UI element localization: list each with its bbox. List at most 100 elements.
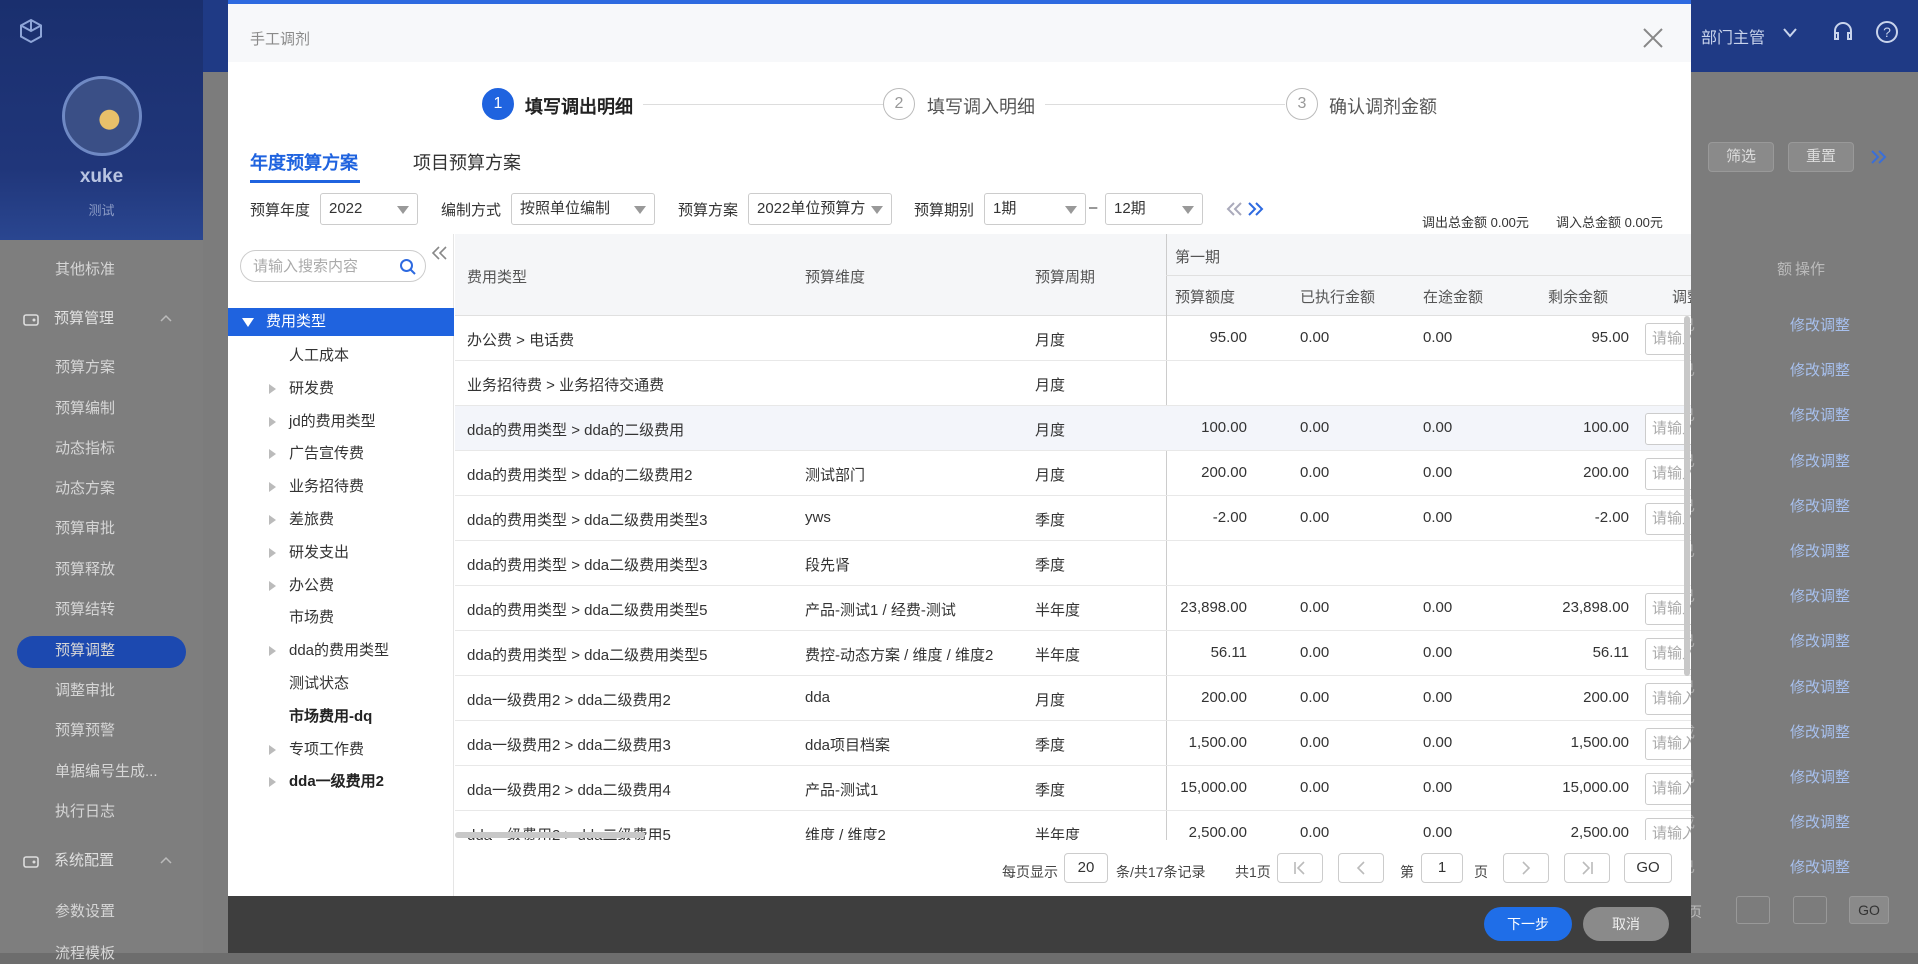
table-row[interactable]: dda的费用类型 > dda二级费用类型3 yws 季度 -2.00 0.00 0.00 -… [455,496,1691,541]
sidebar-item[interactable]: 调整审批 [55,681,115,701]
sidebar-item[interactable]: 其他标准 [55,260,115,280]
table-row[interactable]: dda的费用类型 > dda的二级费用 月度 100.00 0.00 0.00 100.0… [455,406,1691,451]
table-row[interactable]: dda一级费用2 > dda二级费用2 dda 月度 200.00 0.00 0.00 20… [455,676,1691,721]
sidebar-group[interactable]: 系统配置 [22,851,172,871]
sidebar-item[interactable]: 预算方案 [55,358,115,378]
bg-modify-adjust-link[interactable]: 修改调整 [1790,450,1850,471]
tree-search-box[interactable] [240,250,426,282]
caret-right-icon[interactable] [269,515,276,525]
sidebar-item[interactable]: 预算调整 [55,641,115,661]
scheme-select[interactable]: 2022单位预算方 [748,193,892,225]
adjust-amount-input[interactable]: 请输入 [1645,818,1691,840]
tree-root-node[interactable]: 费用类型 [228,308,454,336]
sidebar-group[interactable]: 预算管理 [22,309,172,329]
sidebar-item[interactable]: 预算结转 [55,600,115,620]
role-switch[interactable]: 部门主管 [1701,24,1765,48]
prev-page-button[interactable] [1338,853,1384,883]
bg-modify-adjust-link[interactable]: 修改调整 [1790,314,1850,335]
tree-node[interactable]: 差旅费 [289,510,334,530]
period-to-select[interactable]: 12期 [1105,193,1203,225]
caret-down-icon[interactable] [242,318,254,327]
caret-right-icon[interactable] [269,777,276,788]
filter-button[interactable]: 筛选 [1708,142,1774,172]
tree-node[interactable]: 市场费 [289,608,334,628]
caret-right-icon[interactable] [269,482,276,493]
bg-modify-adjust-link[interactable]: 修改调整 [1790,766,1850,787]
table-row[interactable]: dda的费用类型 > dda二级费用类型5 产品-测试1 / 经费-测试 半年度 23… [455,586,1691,631]
budget-year-select[interactable]: 2022 [320,193,418,225]
tree-node[interactable]: 办公费 [289,576,334,596]
table-row[interactable]: dda的费用类型 > dda二级费用类型3 段先肾 季度 [455,541,1691,586]
tree-node[interactable]: dda的费用类型 [289,641,389,661]
sidebar-item[interactable]: 预算编制 [55,399,115,419]
sidebar-item[interactable]: 执行日志 [55,802,115,822]
tree-node[interactable]: 广告宣传费 [289,444,364,464]
bg-go-button[interactable]: GO [1849,896,1889,924]
bg-last-page-button[interactable] [1793,896,1827,924]
sidebar-item[interactable]: 预算审批 [55,519,115,539]
page-number-input[interactable]: 1 [1421,853,1463,883]
caret-right-icon[interactable] [269,547,276,558]
tree-node[interactable]: 业务招待费 [289,477,364,497]
sidebar-item[interactable]: 参数设置 [55,902,115,922]
next-page-button[interactable] [1503,853,1549,883]
tab-annual-budget[interactable]: 年度预算方案 [250,149,358,175]
table-row[interactable]: dda的费用类型 > dda二级费用类型5 费控-动态方案 / 维度 / 维度2 半… [455,631,1691,676]
bg-modify-adjust-link[interactable]: 修改调整 [1790,585,1850,606]
help-icon[interactable]: ? [1874,19,1900,45]
bg-modify-adjust-link[interactable]: 修改调整 [1790,404,1850,425]
tree-node[interactable]: 专项工作费 [289,740,364,760]
tree-search-input[interactable] [253,251,393,281]
bg-modify-adjust-link[interactable]: 修改调整 [1790,721,1850,742]
table-row[interactable]: dda一级费用2 > dda二级费用4 产品-测试1 季度 15,000.00 0.00… [455,766,1691,811]
bg-modify-adjust-link[interactable]: 修改调整 [1790,856,1850,877]
tab-project-budget[interactable]: 项目预算方案 [413,149,521,175]
go-button[interactable]: GO [1624,853,1672,883]
tree-node[interactable]: 研发费 [289,379,334,399]
table-row[interactable]: dda一级费用2 > dda二级费用3 dda项目档案 季度 1,500.00 0.00… [455,721,1691,766]
next-step-button[interactable]: 下一步 [1484,907,1572,941]
collapse-panel-icon[interactable] [431,245,449,261]
avatar[interactable] [62,76,142,156]
adjust-amount-input[interactable]: 请输入 [1645,683,1691,715]
double-chevron-right-icon[interactable] [1870,150,1888,164]
bg-modify-adjust-link[interactable]: 修改调整 [1790,811,1850,832]
method-select[interactable]: 按照单位编制 [511,193,655,225]
tree-node[interactable]: 研发支出 [289,543,349,563]
table-row[interactable]: dda的费用类型 > dda的二级费用2 测试部门 月度 200.00 0.00 0.00… [455,451,1691,496]
reset-button[interactable]: 重置 [1788,142,1854,172]
bg-modify-adjust-link[interactable]: 修改调整 [1790,495,1850,516]
tree-node[interactable]: 市场费用-dq [289,707,372,727]
headset-icon[interactable] [1831,20,1855,44]
search-icon[interactable] [399,258,417,276]
bg-modify-adjust-link[interactable]: 修改调整 [1790,359,1850,380]
sidebar-item[interactable]: 预算预警 [55,721,115,741]
caret-right-icon[interactable] [269,449,276,460]
sidebar-item[interactable]: 预算释放 [55,560,115,580]
caret-right-icon[interactable] [269,383,276,394]
cancel-button[interactable]: 取消 [1583,907,1669,941]
double-chevron-left-icon[interactable] [1226,202,1244,216]
bg-modify-adjust-link[interactable]: 修改调整 [1790,630,1850,651]
period-from-select[interactable]: 1期 [984,193,1086,225]
tree-node[interactable]: jd的费用类型 [289,412,376,432]
caret-right-icon[interactable] [269,580,276,591]
bg-modify-adjust-link[interactable]: 修改调整 [1790,540,1850,561]
adjust-amount-input[interactable]: 请输入 [1645,728,1691,760]
sidebar-item[interactable]: 动态指标 [55,439,115,459]
tree-node[interactable]: dda一级费用2 [289,772,384,792]
sidebar-item[interactable]: 动态方案 [55,479,115,499]
double-chevron-right-icon[interactable] [1247,202,1265,216]
vertical-scrollbar[interactable] [1684,316,1690,676]
close-icon[interactable] [1641,26,1665,50]
bg-modify-adjust-link[interactable]: 修改调整 [1790,676,1850,697]
sidebar-item[interactable]: 流程模板 [55,944,115,964]
sidebar-item[interactable]: 单据编号生成... [55,762,158,782]
caret-right-icon[interactable] [269,416,276,427]
caret-right-icon[interactable] [269,646,276,657]
tree-node[interactable]: 人工成本 [289,346,349,366]
first-page-button[interactable] [1277,853,1323,883]
bg-next-page-button[interactable] [1736,896,1770,924]
adjust-amount-input[interactable]: 请输入 [1645,773,1691,805]
chevron-down-icon[interactable] [1783,28,1797,38]
